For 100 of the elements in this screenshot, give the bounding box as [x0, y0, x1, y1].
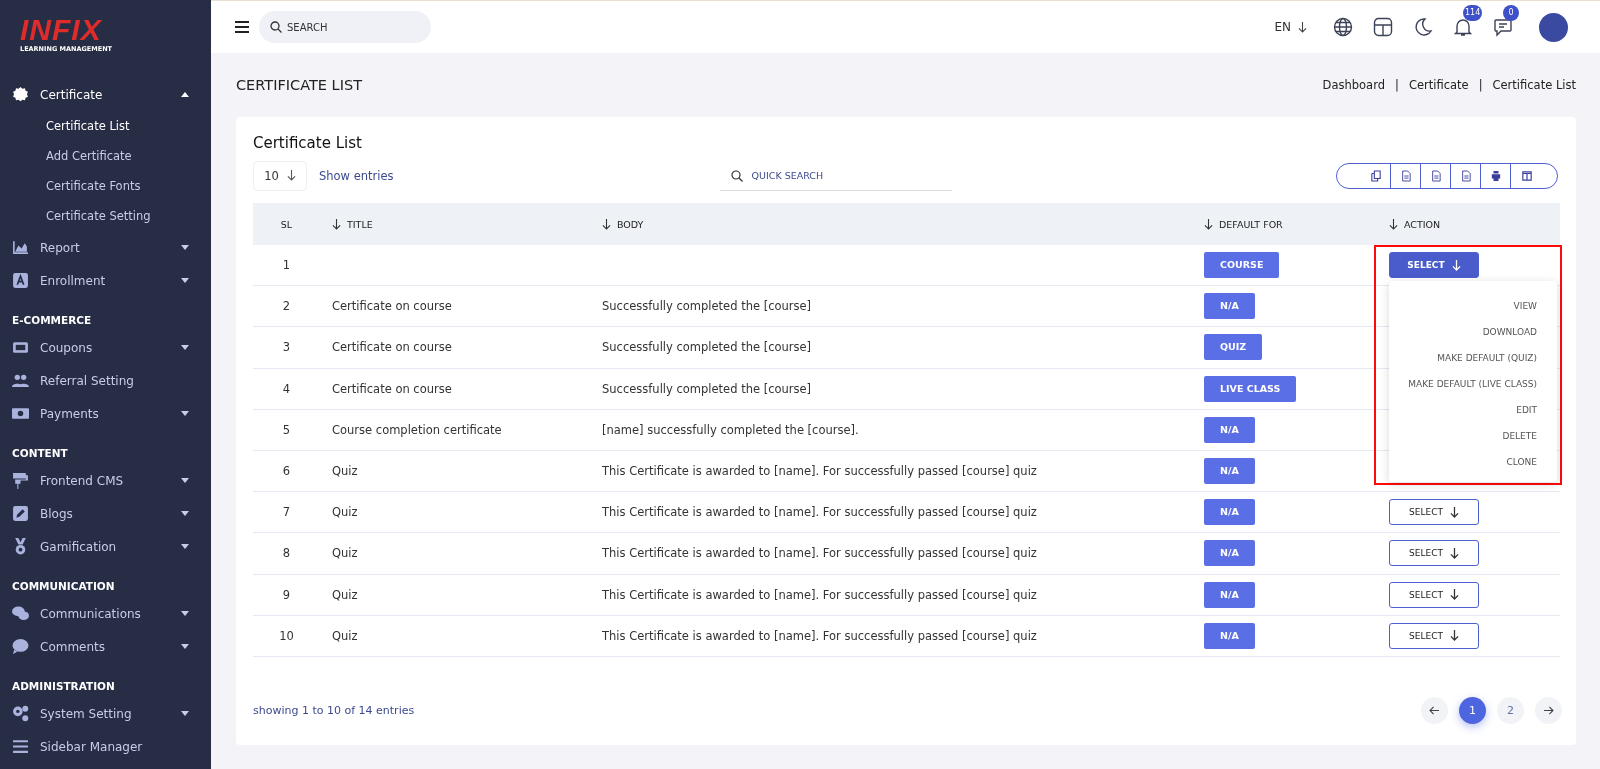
menu-item[interactable]: CLONE — [1389, 449, 1557, 476]
default-for-tag: N/A — [1204, 581, 1255, 608]
menu-icon[interactable] — [235, 21, 249, 33]
seal-icon — [12, 86, 29, 103]
sort-arrow-icon — [1389, 218, 1398, 230]
table-cell: 4 — [282, 381, 291, 396]
search-field[interactable]: SEARCH — [259, 11, 431, 43]
table-cell: Certificate on course — [332, 299, 452, 314]
previous-page-button[interactable] — [1421, 696, 1448, 724]
sidebar-item[interactable]: Comments — [0, 630, 211, 663]
chat-bubbles-icon — [12, 605, 29, 622]
chart-icon — [12, 239, 29, 256]
table-cell: Successfully completed the [course] — [602, 381, 812, 396]
sort-arrow-icon — [602, 218, 611, 230]
table-cell: 3 — [282, 340, 291, 355]
sidebar-item[interactable]: Enrollment — [0, 264, 211, 297]
page-button[interactable]: 1 — [1459, 696, 1486, 724]
breadcrumb-separator: | — [1478, 78, 1483, 92]
language-selector[interactable]: EN — [1274, 20, 1307, 34]
notification-count: 114 — [1463, 5, 1483, 21]
logo-wordmark: INFIX — [20, 16, 102, 44]
sidebar-item[interactable]: Frontend CMS — [0, 464, 211, 497]
select-dropdown-button[interactable]: SELECT — [1389, 581, 1479, 608]
menu-item[interactable]: VIEW — [1389, 293, 1557, 320]
breadcrumb-separator: | — [1395, 78, 1399, 92]
table-cell: 5 — [282, 422, 291, 437]
menu-item[interactable]: MAKE DEFAULT (LIVE CLASS) — [1389, 371, 1557, 398]
sidebar-item[interactable]: Sidebar Manager — [0, 730, 211, 763]
list-icon — [12, 738, 29, 755]
arrow-right-icon — [1543, 705, 1554, 715]
layout-icon[interactable] — [1373, 17, 1393, 37]
section-heading: COMMUNICATION — [11, 579, 116, 594]
menu-item[interactable]: DELETE — [1389, 423, 1557, 450]
column-header: SL — [279, 218, 294, 230]
select-dropdown-button[interactable]: SELECT — [1389, 540, 1479, 567]
table-cell: 10 — [279, 628, 294, 643]
select-dropdown-button[interactable]: SELECT — [1389, 252, 1479, 279]
breadcrumb-link[interactable]: Certificate List — [1492, 78, 1576, 92]
columns-icon — [1522, 169, 1532, 182]
default-for-tag: QUIZ — [1204, 334, 1263, 361]
sidebar-item[interactable]: Coupons — [0, 331, 211, 364]
arrow-down-icon — [1449, 589, 1459, 601]
sidebar-item[interactable]: Blogs — [0, 497, 211, 530]
page-title: CERTIFICATE LIST — [236, 77, 363, 93]
table-cell: This Certificate is awarded to [name]. For successfully passed [course] quiz — [602, 628, 1037, 643]
page-button[interactable]: 2 — [1497, 696, 1524, 724]
arrow-down-icon — [1451, 259, 1461, 271]
sidebar-item[interactable]: Report — [0, 231, 211, 264]
table-cell: 2 — [282, 299, 291, 314]
moon-icon[interactable] — [1413, 17, 1433, 37]
menu-item[interactable]: DOWNLOAD — [1389, 319, 1557, 346]
chat-bubble-icon — [12, 638, 29, 655]
bell-icon[interactable] — [1453, 17, 1473, 37]
column-header[interactable]: TITLE — [320, 218, 590, 230]
submenu-item[interactable]: Add Certificate — [0, 141, 211, 171]
menu-item[interactable]: MAKE DEFAULT (QUIZ) — [1389, 345, 1557, 372]
sidebar-item[interactable]: Certificate — [0, 78, 211, 111]
section-heading: CONTENT — [11, 446, 69, 461]
sidebar-item[interactable]: Payments — [0, 397, 211, 430]
select-dropdown-button[interactable]: SELECT — [1389, 499, 1479, 526]
table-cell: Quiz — [332, 587, 358, 602]
default-for-tag: COURSE — [1204, 252, 1280, 279]
arrow-down-icon — [1449, 630, 1459, 642]
arrow-down-icon — [286, 170, 296, 181]
entries-summary: showing 1 to 10 of 14 entries — [253, 703, 415, 717]
menu-item[interactable]: EDIT — [1389, 397, 1557, 424]
column-header[interactable]: ACTION — [1379, 218, 1560, 230]
table-cell: 1 — [282, 258, 291, 273]
globe-icon[interactable] — [1333, 17, 1353, 37]
breadcrumb-link[interactable]: Dashboard — [1322, 78, 1385, 92]
sidebar-item[interactable]: Communications — [0, 597, 211, 630]
sort-arrow-icon — [332, 218, 341, 230]
submenu-item[interactable]: Certificate Setting — [0, 201, 211, 231]
table-cell: 6 — [282, 464, 291, 479]
sidebar-item[interactable]: System Setting — [0, 697, 211, 730]
table-cell: Certificate on course — [332, 381, 452, 396]
submenu-item[interactable]: Certificate Fonts — [0, 171, 211, 201]
message-icon[interactable] — [1493, 17, 1513, 37]
default-for-tag: N/A — [1204, 540, 1255, 567]
column-header[interactable]: DEFAULT FOR — [1192, 218, 1379, 230]
show-entries-label: Show entries — [319, 168, 394, 183]
table-cell: Quiz — [332, 464, 358, 479]
people-icon — [12, 372, 29, 389]
table-cell: This Certificate is awarded to [name]. For successfully passed [course] quiz — [602, 505, 1037, 520]
sidebar-item[interactable]: Referral Setting — [0, 364, 211, 397]
avatar[interactable] — [1539, 12, 1568, 42]
letter-icon — [12, 272, 29, 289]
arrow-left-icon — [1429, 705, 1440, 715]
search-icon — [730, 170, 743, 182]
quick-search-field[interactable]: QUICK SEARCH — [719, 160, 952, 191]
search-icon — [270, 21, 282, 33]
document-icon — [1430, 169, 1441, 182]
page-size-select[interactable]: 10 — [253, 160, 307, 191]
default-for-tag: N/A — [1204, 416, 1255, 443]
select-dropdown-button[interactable]: SELECT — [1389, 622, 1479, 649]
breadcrumb-link[interactable]: Certificate — [1408, 78, 1469, 92]
next-page-button[interactable] — [1535, 696, 1562, 724]
column-header[interactable]: BODY — [590, 218, 1192, 230]
sidebar-item[interactable]: Gamification — [0, 530, 211, 563]
submenu-item[interactable]: Certificate List — [0, 111, 211, 141]
